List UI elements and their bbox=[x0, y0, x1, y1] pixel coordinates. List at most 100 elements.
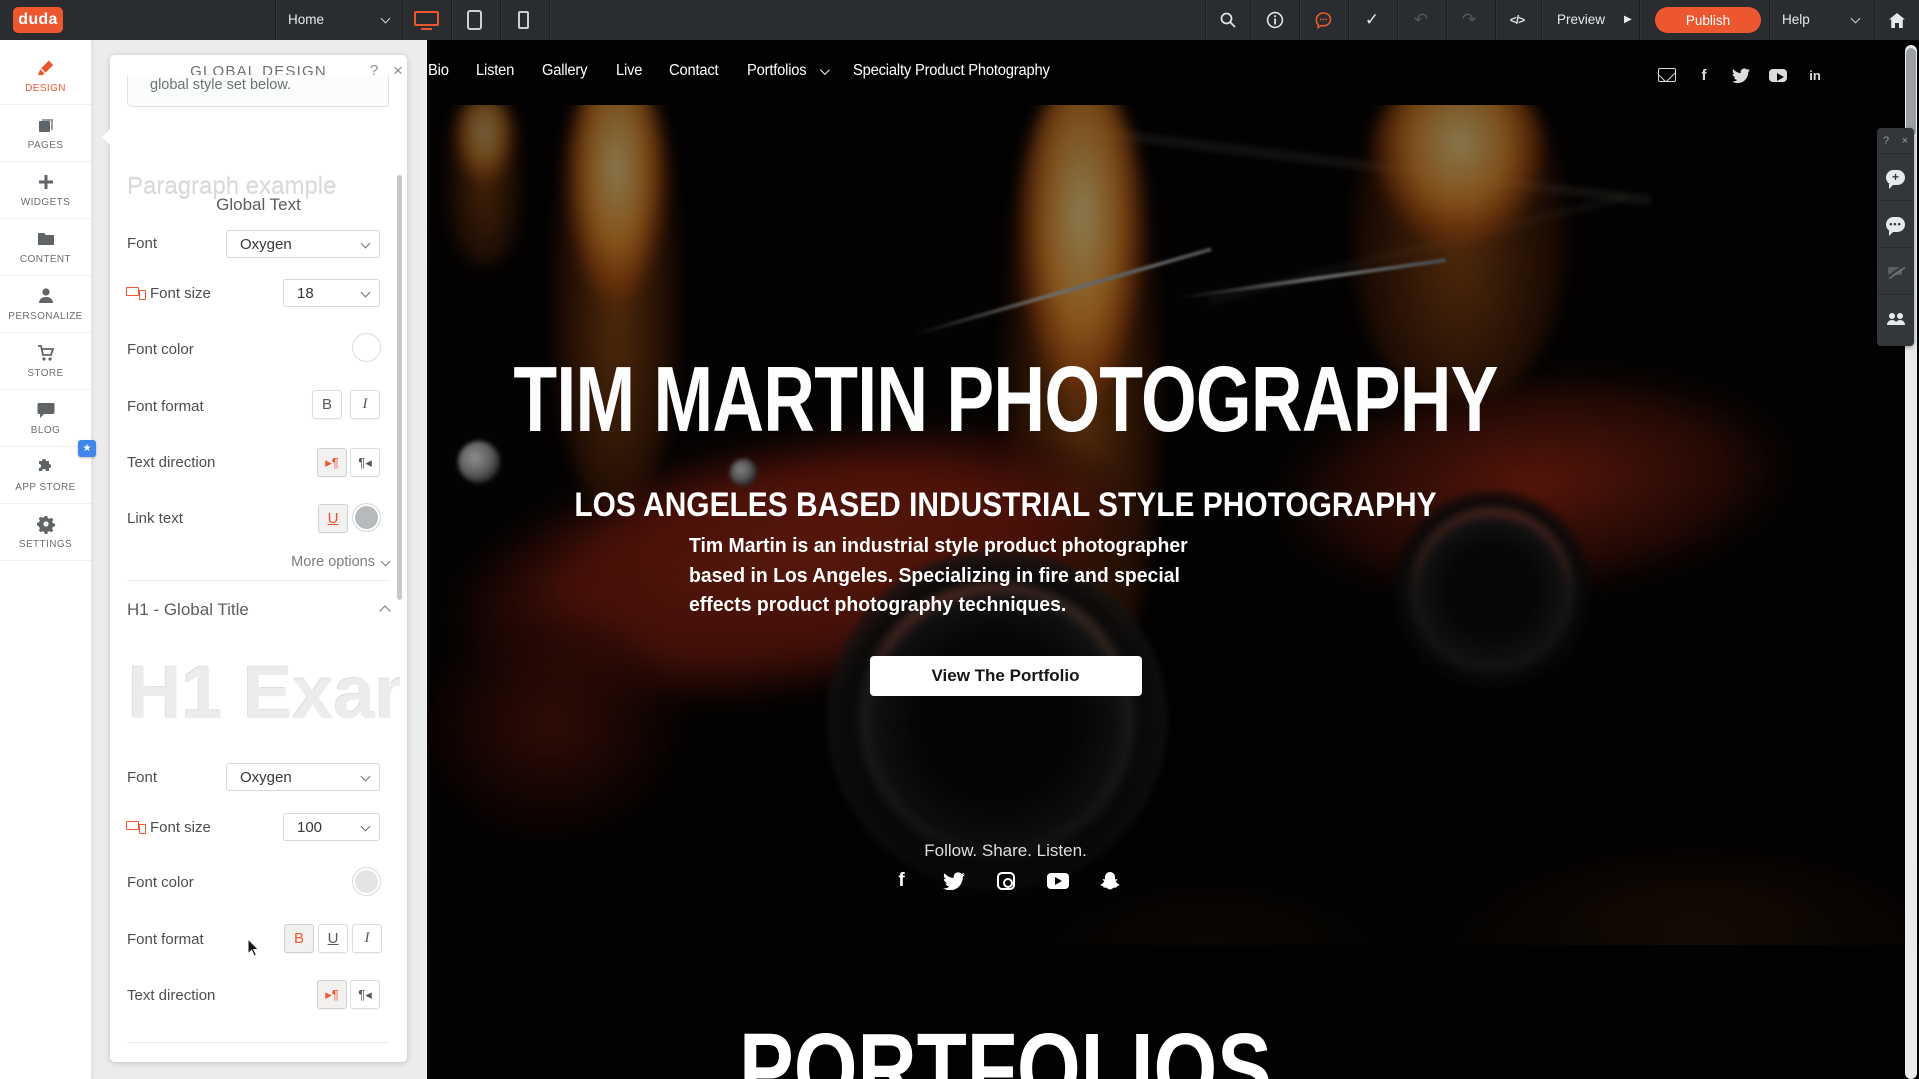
hero-title: TIM MARTIN PHOTOGRAPHY bbox=[302, 346, 1709, 453]
scrollbar-thumb[interactable] bbox=[1906, 48, 1916, 136]
pages-icon bbox=[36, 115, 56, 135]
font-size-label: Font size bbox=[150, 285, 211, 302]
h1-underline-button[interactable]: U bbox=[318, 924, 348, 953]
twitter-icon[interactable] bbox=[943, 870, 965, 892]
global-design-panel: GLOBAL DESIGN ? × global style set below… bbox=[110, 55, 407, 1062]
link-text-label: Link text bbox=[127, 510, 183, 527]
h1-section-heading: H1 - Global Title bbox=[127, 600, 249, 620]
chevron-down-icon[interactable] bbox=[381, 14, 391, 24]
instagram-icon[interactable] bbox=[995, 870, 1017, 892]
desktop-icon[interactable] bbox=[414, 11, 439, 26]
duda-logo[interactable]: duda bbox=[13, 7, 63, 33]
sidebar-item-content[interactable]: CONTENT bbox=[0, 219, 91, 276]
panel-scrollbar[interactable] bbox=[397, 175, 402, 600]
twitter-icon[interactable] bbox=[1732, 66, 1750, 84]
h1-font-size-label: Font size bbox=[150, 819, 211, 836]
home-icon[interactable] bbox=[1882, 0, 1912, 40]
editor-sidebar: DESIGN PAGES WIDGETS CONTENT PERSONALIZE… bbox=[0, 40, 92, 1079]
hide-comments-icon[interactable] bbox=[1877, 248, 1914, 295]
search-icon[interactable] bbox=[1213, 0, 1243, 40]
email-icon[interactable] bbox=[1658, 66, 1676, 84]
link-color-swatch[interactable] bbox=[352, 503, 381, 532]
h1-font-format-label: Font format bbox=[127, 931, 204, 948]
site-nav-listen[interactable]: Listen bbox=[476, 62, 514, 80]
sidebar-item-widgets[interactable]: WIDGETS bbox=[0, 162, 91, 219]
help-menu[interactable]: Help bbox=[1782, 12, 1810, 27]
add-comment-icon[interactable]: + bbox=[1877, 154, 1914, 201]
site-nav-portfolios[interactable]: Portfolios bbox=[747, 62, 806, 80]
global-style-notice: global style set below. bbox=[127, 75, 389, 107]
site-nav-contact[interactable]: Contact bbox=[669, 62, 718, 80]
toolbar-close-icon[interactable]: × bbox=[1902, 135, 1908, 147]
rtl-button[interactable]: ¶◂ bbox=[350, 448, 380, 477]
h1-text-direction-label: Text direction bbox=[127, 987, 215, 1004]
h1-ltr-button[interactable]: ▸¶ bbox=[317, 980, 347, 1009]
ltr-button[interactable]: ▸¶ bbox=[317, 448, 347, 477]
h1-italic-button[interactable]: I bbox=[352, 924, 382, 953]
sidebar-item-store[interactable]: STORE bbox=[0, 333, 91, 390]
site-nav-live[interactable]: Live bbox=[616, 62, 642, 80]
more-options-link[interactable]: More options bbox=[291, 554, 375, 570]
chevron-down-icon bbox=[820, 65, 830, 75]
snapchat-icon[interactable] bbox=[1099, 870, 1121, 892]
sidebar-item-blog[interactable]: BLOG bbox=[0, 390, 91, 447]
preview-button[interactable]: Preview bbox=[1557, 12, 1605, 27]
view-portfolio-button[interactable]: View The Portfolio bbox=[870, 656, 1142, 696]
star-icon: ★ bbox=[78, 440, 96, 457]
site-nav-gallery[interactable]: Gallery bbox=[542, 62, 587, 80]
h1-bold-button[interactable]: B bbox=[284, 924, 314, 953]
panel-pointer bbox=[102, 128, 111, 146]
sidebar-item-design[interactable]: DESIGN bbox=[0, 48, 91, 105]
publish-button[interactable]: Publish bbox=[1655, 7, 1761, 33]
info-icon[interactable] bbox=[1260, 0, 1290, 40]
undo-icon[interactable]: ↶ bbox=[1406, 0, 1436, 40]
h1-font-color-swatch[interactable] bbox=[352, 867, 381, 896]
h1-font-select[interactable]: Oxygen bbox=[226, 763, 380, 791]
sidebar-item-app-store[interactable]: APP STORE ★ bbox=[0, 447, 91, 504]
dev-mode-icon[interactable]: </> bbox=[1502, 0, 1532, 40]
hero-subtitle: LOS ANGELES BASED INDUSTRIAL STYLE PHOTO… bbox=[202, 486, 1810, 525]
editor-topbar: duda Home ✓ ↶ ↷ </> Preview ▶ bbox=[0, 0, 1919, 40]
tablet-icon[interactable] bbox=[467, 10, 482, 30]
chevron-down-icon bbox=[361, 239, 371, 249]
h1-font-label: Font bbox=[127, 769, 157, 786]
h1-rtl-button[interactable]: ¶◂ bbox=[350, 980, 380, 1009]
comments-icon[interactable]: ••• bbox=[1877, 201, 1914, 248]
bold-button[interactable]: B bbox=[312, 390, 342, 419]
h1-font-color-label: Font color bbox=[127, 874, 194, 891]
site-nav-bio[interactable]: Bio bbox=[428, 62, 449, 80]
site-nav-specialty[interactable]: Specialty Product Photography bbox=[853, 62, 1050, 80]
font-color-swatch[interactable] bbox=[352, 333, 381, 362]
page-selector[interactable]: Home bbox=[288, 12, 324, 27]
feedback-chat-icon[interactable] bbox=[1308, 0, 1338, 40]
linkedin-icon[interactable]: in bbox=[1806, 66, 1824, 84]
play-icon: ▶ bbox=[1624, 14, 1632, 25]
redo-icon[interactable]: ↷ bbox=[1454, 0, 1484, 40]
sidebar-item-personalize[interactable]: PERSONALIZE bbox=[0, 276, 91, 333]
section-divider bbox=[127, 580, 389, 581]
youtube-icon[interactable] bbox=[1047, 870, 1069, 892]
h1-font-size-select[interactable]: 100 bbox=[283, 813, 380, 841]
font-select[interactable]: Oxygen bbox=[226, 230, 380, 258]
mobile-icon[interactable] bbox=[518, 11, 529, 29]
sidebar-item-settings[interactable]: SETTINGS bbox=[0, 504, 91, 561]
site-nav: Bio Listen Gallery Live Contact Portfoli… bbox=[428, 62, 1060, 80]
youtube-icon[interactable] bbox=[1769, 66, 1787, 84]
font-size-select[interactable]: 18 bbox=[283, 279, 380, 307]
check-icon[interactable]: ✓ bbox=[1357, 0, 1387, 40]
site-social-top: f in bbox=[1658, 66, 1824, 84]
font-label: Font bbox=[127, 235, 157, 252]
chevron-down-icon[interactable] bbox=[1851, 14, 1861, 24]
chevron-up-icon[interactable] bbox=[379, 605, 390, 616]
close-icon[interactable]: × bbox=[393, 61, 403, 81]
facebook-icon[interactable]: f bbox=[1695, 66, 1713, 84]
italic-button[interactable]: I bbox=[350, 390, 380, 419]
brush-icon bbox=[36, 58, 56, 78]
sidebar-item-pages[interactable]: PAGES bbox=[0, 105, 91, 162]
link-underline-button[interactable]: U bbox=[318, 504, 348, 533]
facebook-icon[interactable]: f bbox=[891, 870, 913, 892]
collaborators-icon[interactable] bbox=[1877, 295, 1914, 342]
chevron-down-icon[interactable] bbox=[381, 557, 391, 567]
toolbar-help-icon[interactable]: ? bbox=[1883, 135, 1889, 147]
responsive-devices-icon bbox=[126, 820, 146, 834]
